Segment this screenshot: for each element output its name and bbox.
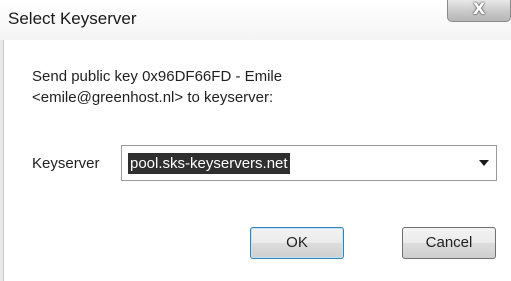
dialog-message: Send public key 0x96DF66FD - Emile <emil… (32, 68, 283, 106)
chevron-down-icon[interactable] (479, 160, 489, 166)
keyserver-label: Keyserver (32, 155, 100, 172)
title-bar: Select Keyserver X (0, 0, 511, 40)
ok-button[interactable]: OK (250, 227, 344, 259)
keyserver-selected-value: pool.sks-keyservers.net (128, 153, 290, 174)
cancel-button[interactable]: Cancel (402, 227, 496, 259)
dialog-window: Select Keyserver X Send public key 0x96D… (0, 0, 511, 281)
close-icon: X (472, 0, 486, 18)
window-border (0, 40, 4, 281)
keyserver-select[interactable]: pool.sks-keyservers.net (121, 145, 497, 181)
window-title: Select Keyserver (8, 9, 137, 28)
close-button[interactable]: X (447, 0, 511, 22)
